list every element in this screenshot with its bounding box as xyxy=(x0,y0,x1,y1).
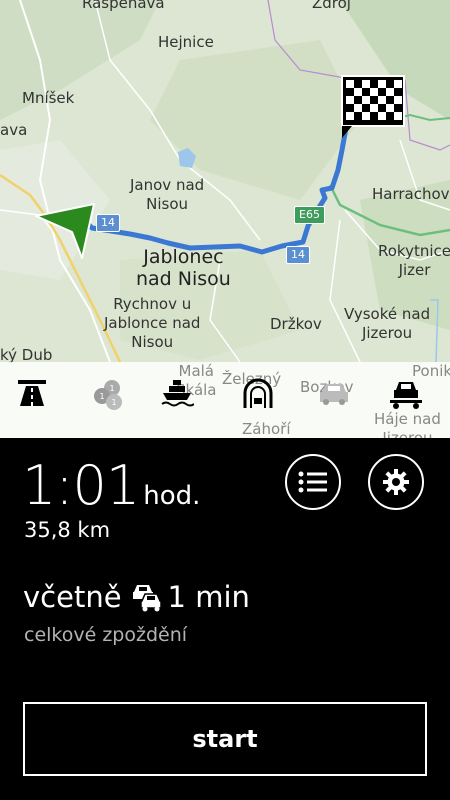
svg-text:1: 1 xyxy=(109,384,114,393)
ferry-icon xyxy=(161,380,194,407)
place-hejnice: Hejnice xyxy=(158,33,214,51)
duration-unit: hod. xyxy=(143,481,201,511)
route-distance: 35,8 km xyxy=(24,518,111,542)
road-shield-e65: E65 xyxy=(294,206,325,224)
place-drzkov: Držkov xyxy=(270,315,322,333)
delay-prefix: včetně xyxy=(23,580,122,614)
avoid-tunnel-button[interactable] xyxy=(242,378,286,422)
gear-icon xyxy=(383,469,409,495)
avoid-toll-button[interactable]: 1 1 1 xyxy=(90,378,134,422)
tunnel-icon xyxy=(243,378,273,408)
avoid-options-bar: Malá Skála Železný Záhoří Bozkov Ponikl … xyxy=(0,362,450,438)
place-rokytnice: Rokytnice Jizer xyxy=(378,242,450,279)
traffic-delay: včetně 1 min xyxy=(23,580,250,614)
road-shield-14: 14 xyxy=(286,246,310,264)
toll-coins-icon: 1 1 1 xyxy=(94,380,122,410)
delay-value: 1 min xyxy=(167,580,250,614)
delay-label: celkové zpoždění xyxy=(24,624,188,646)
place-zahori: Záhoří xyxy=(242,420,291,438)
place-harrachov: Harrachov xyxy=(372,185,450,203)
car-train-icon xyxy=(390,382,422,409)
place-jablonec: Jablonec nad Nisou xyxy=(136,246,231,290)
road-shield-14: 14 xyxy=(96,214,120,232)
place-janov: Janov nad Nisou xyxy=(130,176,205,213)
place-ava: ava xyxy=(0,121,28,139)
traffic-car-icon xyxy=(320,384,348,405)
map-view[interactable]: Raspenava Zdroj Hejnice Mníšek ava Janov… xyxy=(0,0,450,438)
directions-list-button[interactable] xyxy=(285,454,341,510)
start-navigation-button[interactable]: start xyxy=(23,702,427,776)
current-position-arrow xyxy=(35,203,95,259)
svg-text:1: 1 xyxy=(99,392,104,401)
place-zdroj: Zdroj xyxy=(312,0,351,12)
motorway-icon xyxy=(18,380,46,406)
avoid-car-train-button[interactable] xyxy=(388,378,432,422)
svg-text:1: 1 xyxy=(111,398,116,407)
list-icon xyxy=(298,471,327,493)
avoid-ferry-button[interactable] xyxy=(160,378,204,422)
destination-flag-icon xyxy=(341,75,405,138)
settings-button[interactable] xyxy=(368,454,424,510)
traffic-cars-icon xyxy=(130,582,164,612)
duration-value: 1:01 xyxy=(22,454,140,517)
avoid-traffic-button[interactable] xyxy=(316,378,360,422)
route-summary-panel: 1:01 hod. 35,8 km včetně 1 min celkové z… xyxy=(0,438,450,800)
place-mnisek: Mníšek xyxy=(22,89,75,107)
route-duration: 1:01 hod. xyxy=(22,454,200,517)
avoid-motorway-button[interactable] xyxy=(16,378,60,422)
place-vysoke: Vysoké nad Jizerou xyxy=(344,305,431,342)
place-rychnov: Rychnov u Jablonce nad Nisou xyxy=(104,295,201,351)
place-raspenava: Raspenava xyxy=(82,0,165,12)
